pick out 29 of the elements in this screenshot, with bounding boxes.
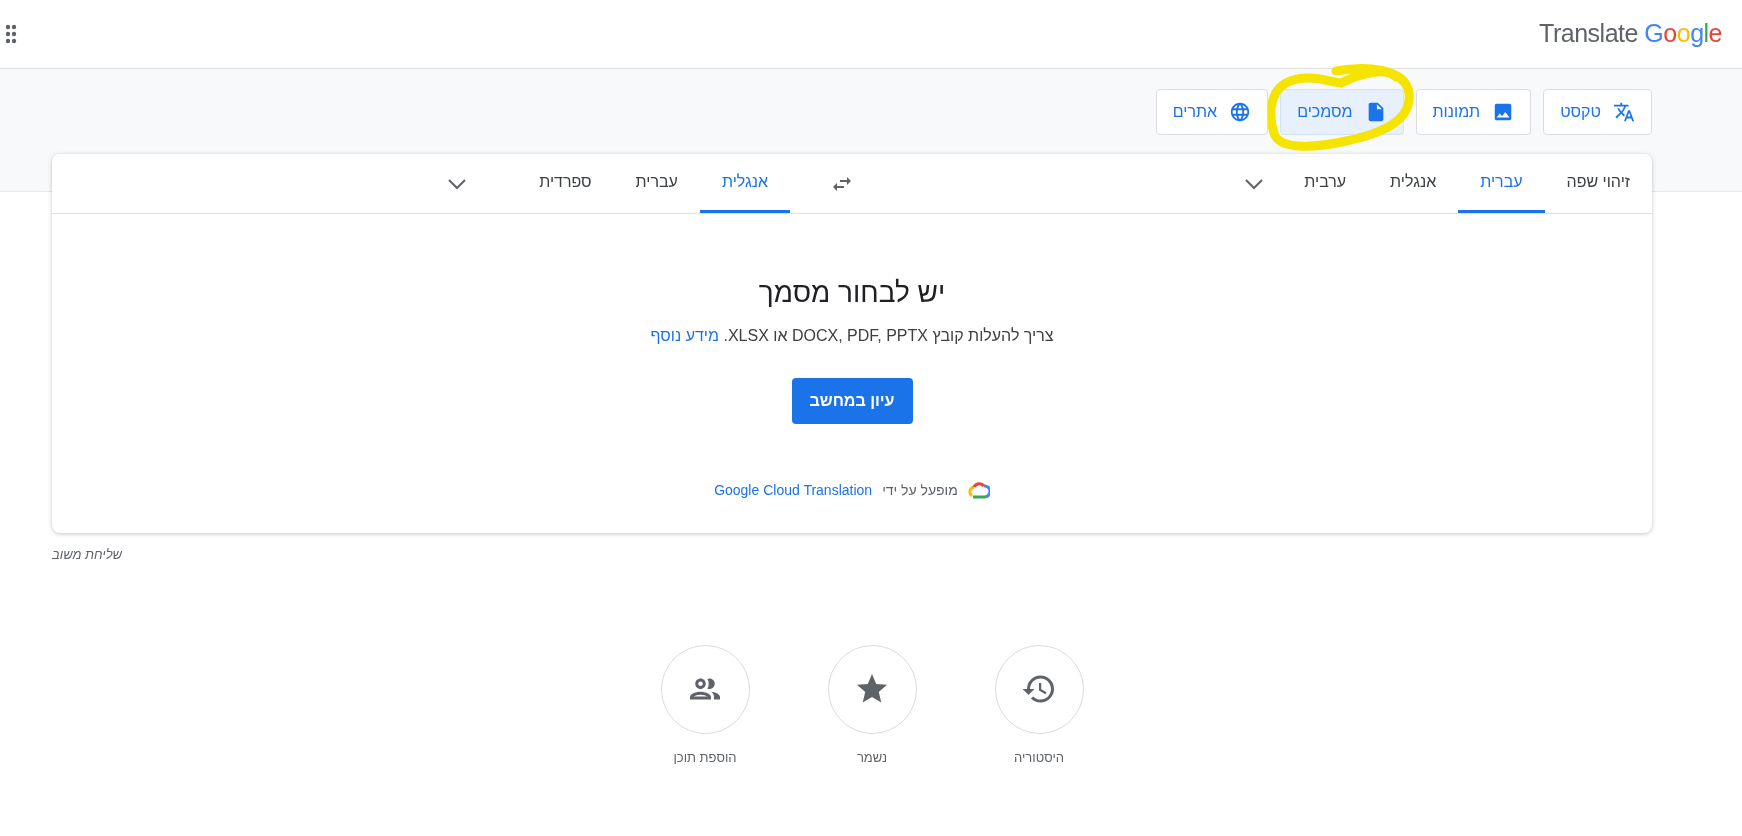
language-tab[interactable]: אנגלית bbox=[699, 154, 790, 213]
upload-title: יש לבחור מסמך bbox=[758, 276, 946, 310]
language-tab[interactable]: זיהוי שפה bbox=[1544, 154, 1652, 213]
browse-computer-button[interactable]: עיון במחשב bbox=[791, 378, 913, 424]
language-tab[interactable]: אנגלית bbox=[1368, 154, 1459, 213]
mode-tab[interactable]: מסמכים bbox=[1280, 89, 1404, 135]
mode-tab[interactable]: תמונות bbox=[1415, 89, 1532, 135]
upload-description: צריך להעלות קובץ DOCX, PDF, PPTX או XLSX. מידע נוסף bbox=[650, 326, 1054, 346]
language-tab[interactable]: עברית bbox=[1458, 154, 1545, 213]
action-label: הוספת תוכן bbox=[673, 748, 737, 767]
mode-tab[interactable]: טקסט bbox=[1543, 89, 1652, 135]
globe-icon bbox=[1229, 101, 1252, 123]
send-feedback-link[interactable]: שליחת משוב bbox=[52, 545, 123, 565]
logo-wordmark[interactable]: Translate Google bbox=[1539, 15, 1722, 53]
translate-icon bbox=[1613, 101, 1635, 123]
apps-menu-button[interactable] bbox=[6, 24, 18, 44]
action-label: נשמר bbox=[856, 748, 888, 767]
cloud-translation-link[interactable]: Google Cloud Translation bbox=[714, 480, 873, 501]
chevron-down-icon bbox=[447, 177, 468, 190]
action-label: היסטוריה bbox=[1014, 748, 1065, 767]
language-tab[interactable]: ערבית bbox=[1282, 154, 1369, 213]
mode-tab[interactable]: אתרים bbox=[1155, 89, 1269, 135]
powered-by-label: מופעל על ידי bbox=[882, 481, 958, 500]
chevron-down-icon bbox=[1244, 177, 1265, 190]
learn-more-link[interactable]: מידע נוסף bbox=[650, 327, 719, 344]
cloud-logo-icon bbox=[967, 481, 990, 500]
apps-grid-icon bbox=[6, 24, 18, 44]
language-tab[interactable]: ספרדית bbox=[517, 154, 614, 213]
language-tab[interactable]: עברית bbox=[613, 154, 700, 213]
